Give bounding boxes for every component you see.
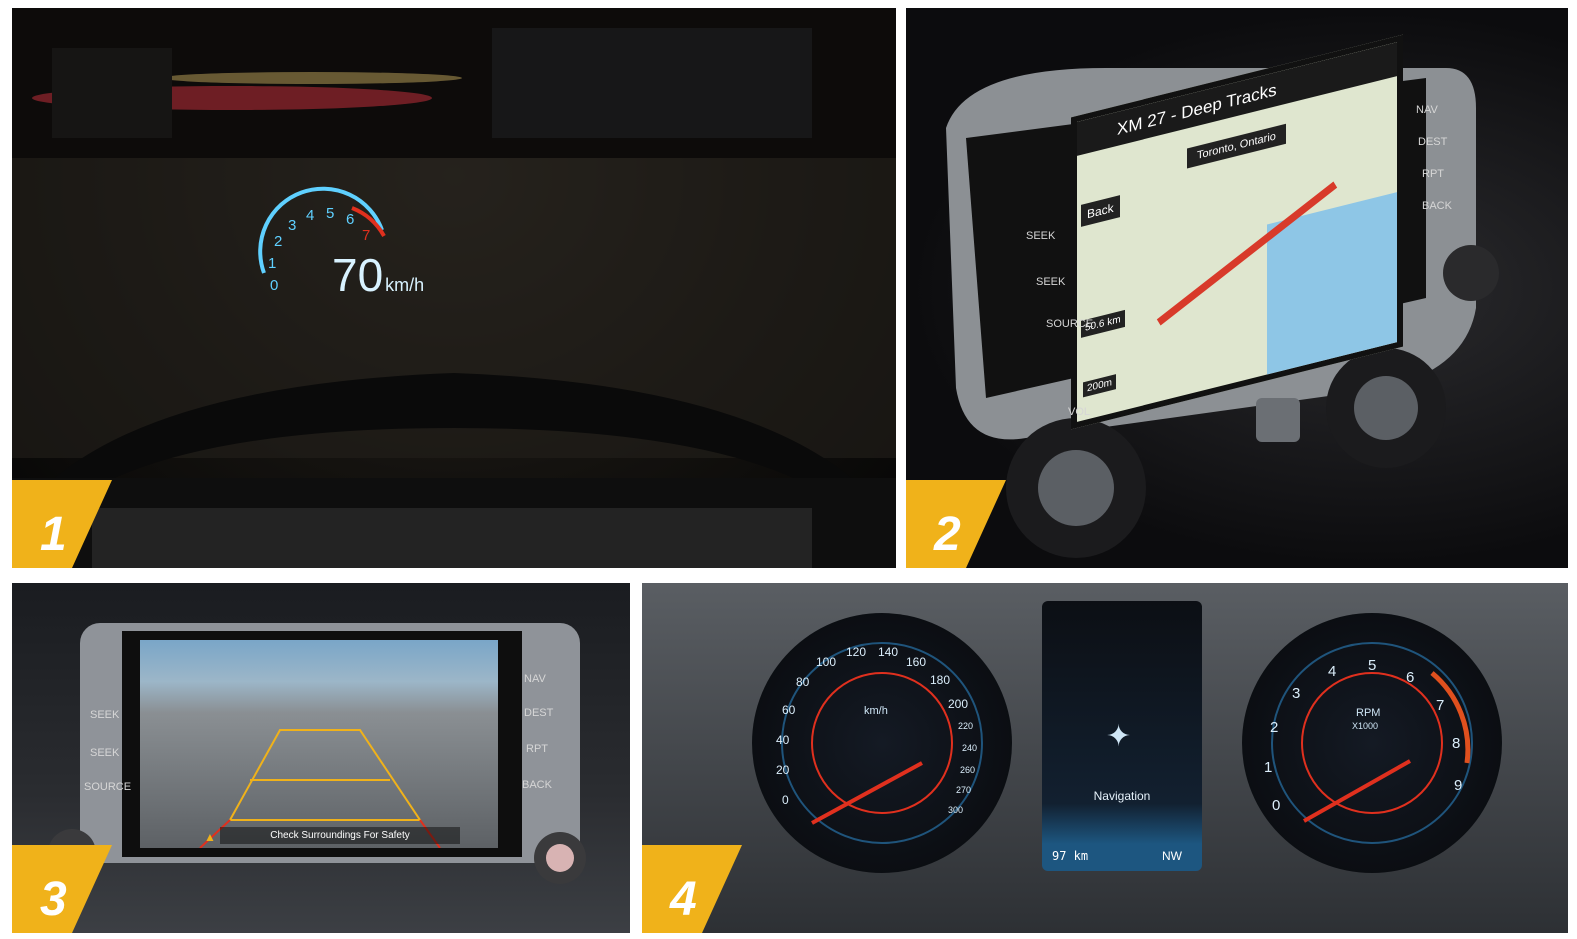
photo-instrument-cluster: km/h 0 20 40 60 80 100 120 140 160 180 2…	[642, 583, 1568, 933]
info-label: Navigation	[1093, 789, 1151, 803]
hud-gauge-ticks: 0 1 2 3 4 5 6 7	[258, 203, 398, 303]
hud-tick: 7	[362, 227, 371, 244]
camera-seek-back-button[interactable]: SEEK	[90, 747, 119, 759]
nav-seek-forward-button[interactable]: SEEK	[1026, 230, 1055, 242]
tachometer: RPM X1000 0 1 2 3 4 5 6 7 8 9	[1242, 613, 1502, 873]
hud-tick: 5	[326, 205, 335, 222]
camera-seek-forward-button[interactable]: SEEK	[90, 709, 119, 721]
hud-tick: 3	[288, 217, 297, 234]
rear-camera-screen: Check Surroundings For Safety ▲	[140, 640, 498, 849]
panel-number: 2	[934, 508, 961, 561]
panel-number-badge: 4	[642, 845, 742, 933]
hud-tick: 1	[268, 255, 277, 272]
photo-hud: 70 km/h 0 1 2 3 4 5 6 7 1	[12, 8, 896, 568]
speedometer: km/h 0 20 40 60 80 100 120 140 160 180 2…	[752, 613, 1012, 873]
info-heading: NW	[1162, 849, 1182, 863]
hud-scene	[12, 8, 896, 568]
panel-number: 3	[40, 873, 67, 926]
speed-tick: 0	[782, 793, 789, 807]
panel-number-badge: 2	[906, 480, 1006, 568]
hud-tick: 0	[270, 277, 279, 294]
panel-number-badge: 3	[12, 845, 112, 933]
rpm-tick: 7	[1436, 697, 1445, 714]
speed-tick: 200	[948, 697, 969, 711]
speed-tick: 270	[956, 785, 972, 795]
camera-nav-button[interactable]: NAV	[524, 673, 546, 685]
camera-warning-text: Check Surroundings For Safety	[220, 827, 460, 844]
nav-back-button[interactable]: Back	[1081, 195, 1120, 227]
photo-rear-camera: Check Surroundings For Safety ▲ SEEK SEE…	[12, 583, 630, 933]
parking-guidelines	[199, 729, 441, 849]
camera-back-button[interactable]: BACK	[522, 779, 552, 791]
speed-tick: 220	[958, 721, 974, 731]
rpm-tick: 9	[1454, 777, 1463, 794]
nav-dest-button[interactable]: DEST	[1418, 136, 1447, 148]
camera-dest-button[interactable]: DEST	[524, 707, 553, 719]
nav-rpt-button[interactable]: RPT	[1422, 168, 1444, 180]
speed-tick: 260	[960, 765, 976, 775]
speed-tick: 180	[930, 673, 951, 687]
nav-back-side-button[interactable]: BACK	[1422, 200, 1452, 212]
speed-tick: 100	[816, 655, 837, 669]
speed-tick: 40	[776, 733, 790, 747]
speed-tick: 60	[782, 703, 796, 717]
speed-tick: 160	[906, 655, 927, 669]
compass-icon: ✦	[1106, 720, 1132, 753]
rpm-tick: 5	[1368, 657, 1377, 674]
hud-tick: 4	[306, 207, 315, 224]
nav-scale: 200m	[1083, 374, 1117, 398]
photo-navigation: XM 27 - Deep Tracks Toronto, Ontario Bac…	[906, 8, 1568, 568]
info-distance: 97 km	[1052, 849, 1089, 863]
volume-knob[interactable]: VOL	[1068, 406, 1090, 418]
speedometer-ticks: 0 20 40 60 80 100 120 140 160 180 200 22…	[752, 613, 1012, 873]
rpm-tick: 8	[1452, 735, 1461, 752]
speed-tick: 140	[878, 645, 899, 659]
panel-number: 4	[670, 873, 697, 926]
rpm-tick: 1	[1264, 759, 1273, 776]
rpm-tick: 0	[1272, 797, 1281, 814]
speed-tick: 240	[962, 743, 978, 753]
nav-seek-back-button[interactable]: SEEK	[1036, 276, 1065, 288]
hud-tick: 6	[346, 211, 355, 228]
driver-info-screen: ✦ Navigation 97 km NW	[1042, 601, 1202, 871]
nav-nav-button[interactable]: NAV	[1416, 104, 1438, 116]
rpm-tick: 6	[1406, 669, 1415, 686]
speed-tick: 20	[776, 763, 790, 777]
hud-tick: 2	[274, 233, 283, 250]
panel-number-badge: 1	[12, 480, 112, 568]
rpm-tick: 2	[1270, 719, 1279, 736]
nav-location: Toronto, Ontario	[1187, 123, 1286, 169]
camera-rpt-button[interactable]: RPT	[526, 743, 548, 755]
rpm-tick: 3	[1292, 685, 1301, 702]
speed-tick: 80	[796, 675, 810, 689]
speed-tick: 300	[948, 805, 964, 815]
speed-tick: 120	[846, 645, 867, 659]
tachometer-ticks: 0 1 2 3 4 5 6 7 8 9	[1242, 613, 1502, 873]
panel-number: 1	[40, 508, 67, 561]
nav-source-button[interactable]: SOURCE	[1046, 318, 1093, 330]
warning-icon: ▲	[204, 830, 216, 844]
rpm-tick: 4	[1328, 663, 1337, 680]
camera-source-button[interactable]: SOURCE	[84, 781, 131, 793]
